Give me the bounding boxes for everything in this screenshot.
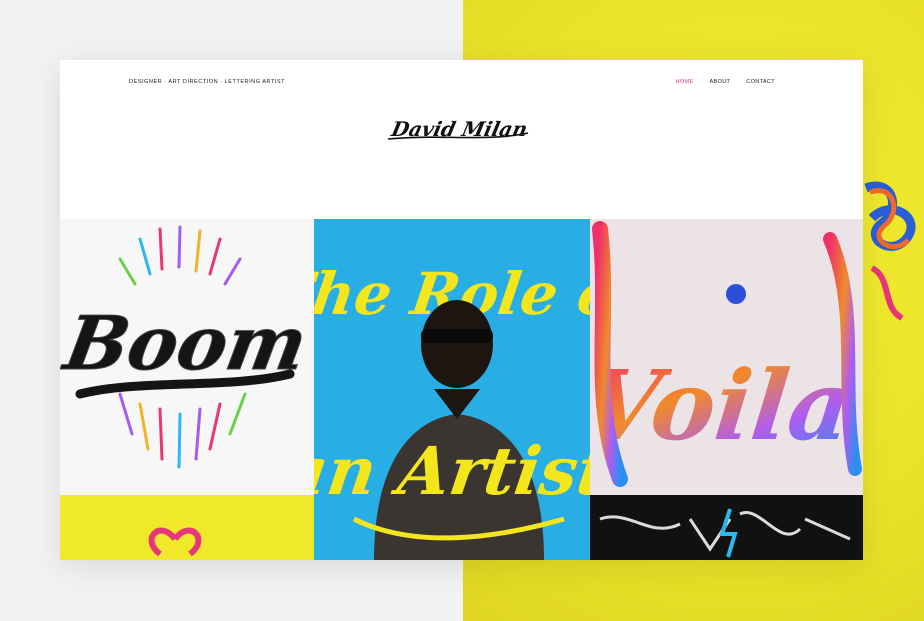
artwork-tile-artist[interactable]: The Role of an Artist (314, 219, 590, 560)
nav-about-link[interactable]: ABOUT (709, 79, 730, 85)
nav-contact-link[interactable]: CONTACT (746, 79, 775, 85)
nav-home-link[interactable]: HOME (676, 79, 694, 85)
decorative-ribbon (864, 181, 916, 321)
main-nav: HOME ABOUT CONTACT (676, 79, 776, 85)
david-milan-logo[interactable]: David Milan (378, 108, 538, 148)
artist-artwork-line2: an Artist (314, 432, 590, 510)
header-tagline: DESIGNER · ART DIRECTION · LETTERING ART… (129, 79, 286, 85)
website-window: DESIGNER · ART DIRECTION · LETTERING ART… (60, 60, 863, 560)
artwork-tile-voila[interactable]: Voila (590, 219, 863, 560)
artwork-tile-boom[interactable]: Boom (60, 219, 314, 560)
voila-artwork-text: Voila (590, 349, 857, 462)
